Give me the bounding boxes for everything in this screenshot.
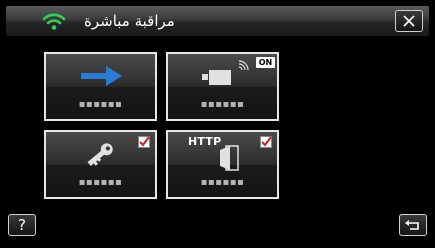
check-icon — [261, 136, 272, 147]
help-button[interactable]: ? — [8, 214, 36, 236]
checkbox[interactable] — [138, 136, 150, 148]
close-button[interactable] — [395, 10, 423, 32]
title-bar: مراقبة مباشرة — [6, 6, 429, 36]
tile-camera-broadcast[interactable]: ON ▪▪▪▪▪▪ — [166, 52, 279, 121]
tile-label: ▪▪▪▪▪▪ — [200, 177, 245, 188]
checkbox[interactable] — [260, 136, 272, 148]
tile-key[interactable]: ▪▪▪▪▪▪ — [44, 130, 157, 199]
tile-http[interactable]: HTTP ▪▪▪▪▪▪ — [166, 130, 279, 199]
back-button[interactable] — [399, 214, 427, 236]
live-monitor-screen: مراقبة مباشرة ▪▪▪▪▪▪ ON ▪▪▪▪▪▪ ▪▪▪▪▪▪ HT… — [0, 0, 435, 248]
check-icon — [139, 136, 150, 147]
on-badge: ON — [256, 57, 275, 68]
tile-label: ▪▪▪▪▪▪ — [78, 99, 123, 110]
arrow-right-icon — [81, 66, 122, 86]
wifi-icon — [42, 13, 66, 30]
tile-label: ▪▪▪▪▪▪ — [78, 177, 123, 188]
return-icon — [405, 220, 419, 230]
close-icon — [403, 15, 415, 27]
tile-arrow[interactable]: ▪▪▪▪▪▪ — [44, 52, 157, 121]
page-title: مراقبة مباشرة — [84, 12, 175, 30]
tile-label: ▪▪▪▪▪▪ — [200, 99, 245, 110]
